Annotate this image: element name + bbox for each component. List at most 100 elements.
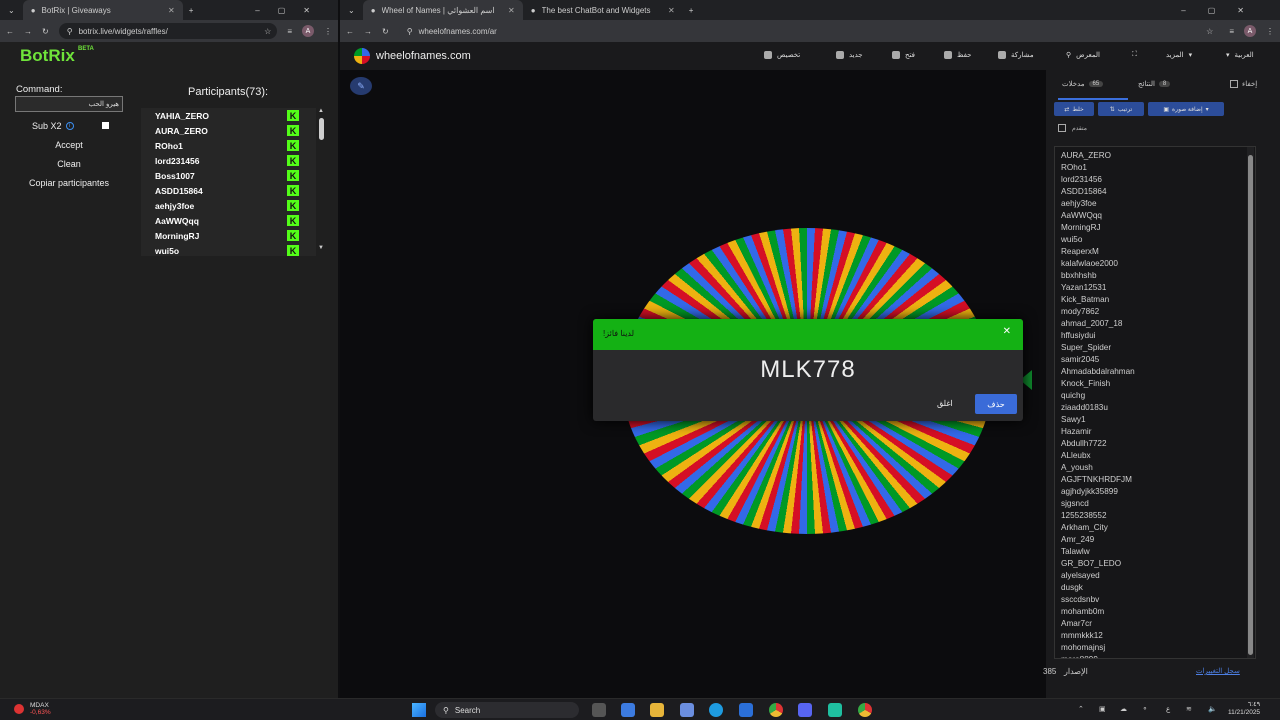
app-icon[interactable] [828,703,842,717]
close-icon[interactable]: ✕ [1003,326,1011,337]
participant-row: wui5o K [141,243,316,256]
fullscreen-button[interactable]: ⛶ [1132,51,1137,59]
remove-winner-button[interactable]: حذف [975,394,1017,414]
participant-row: AURA_ZERO K [141,123,316,138]
back-icon[interactable]: ← [346,27,354,36]
tray-app-icon[interactable]: ▣ [1099,705,1106,713]
new-tab-icon[interactable]: + [683,6,700,15]
url-field[interactable]: ⚲ botrix.live/widgets/raffles/ ☆ [58,23,278,39]
changelog-link[interactable]: سجل التغييرات [1196,667,1240,675]
extensions-icon[interactable]: ≡ [287,27,292,36]
site-logo[interactable]: wheelofnames.com [354,48,471,64]
nav-save[interactable]: حفظ [944,51,972,59]
wheel-window: ⌄ ● Wheel of Names | اسم العشوائي ✕ ● Th… [340,0,1280,698]
nav-new[interactable]: جديد [836,51,863,59]
edit-pencil-button[interactable]: ✎ [350,77,372,95]
keyboard-language-icon[interactable]: ع [1166,705,1170,713]
profile-avatar[interactable]: A [302,25,314,37]
site-info-icon[interactable]: ⚲ [407,27,413,36]
forward-icon[interactable]: → [364,27,372,36]
task-view-icon[interactable] [592,703,606,717]
nav-label: مشاركة [1011,52,1034,59]
url-field[interactable]: ⚲ wheelofnames.com/ar ☆ [398,23,1220,39]
file-icon [836,51,844,59]
scrollbar-thumb[interactable] [319,118,324,140]
nav-open[interactable]: فتح [892,51,915,59]
close-tab-icon[interactable]: ✕ [168,6,175,15]
reload-icon[interactable]: ↻ [42,27,49,36]
mic-icon[interactable]: ⚬ [1142,705,1148,713]
stock-down-icon [14,704,24,714]
taskbar-clock[interactable]: ٦:٤٩ 11/21/2025 [1228,701,1260,717]
store-icon[interactable] [680,703,694,717]
tab-botrix[interactable]: ● BotRix | Giveaways ✕ [22,0,183,20]
hide-checkbox[interactable] [1230,80,1238,88]
edge-icon[interactable] [709,703,723,717]
new-tab-icon[interactable]: + [183,6,200,15]
clean-button[interactable]: Clean [15,156,123,172]
file-explorer-icon[interactable] [650,703,664,717]
sub-x2-checkbox[interactable] [102,122,109,129]
nav-share[interactable]: مشاركة [998,51,1034,59]
bookmark-star-icon[interactable]: ☆ [264,27,277,36]
nav-language[interactable]: ▾ العربية [1226,51,1254,59]
entries-scrollbar[interactable] [1247,147,1254,658]
entries-textarea[interactable]: AURA_ZERO ROho1 lord231456 ASDD15864 aehjy3f… [1054,146,1256,659]
copilot-icon[interactable] [621,703,635,717]
advanced-checkbox[interactable] [1058,124,1066,132]
volume-icon[interactable]: 🔈 [1208,705,1217,713]
command-input[interactable] [15,96,123,112]
nav-customize[interactable]: تخصيص [764,51,800,59]
close-dialog-button[interactable]: اغلق [937,399,953,408]
tab-wheel-of-names[interactable]: ● Wheel of Names | اسم العشوائي ✕ [362,0,523,20]
cloud-icon[interactable]: ☁ [1120,705,1127,713]
sort-icon: ⇅ [1109,106,1115,113]
participant-name: ASDD15864 [155,185,203,196]
tab-list-chevron-icon[interactable]: ⌄ [0,6,23,15]
chrome-profile-icon[interactable] [858,703,872,717]
extensions-icon[interactable]: ≡ [1229,27,1234,36]
mail-icon[interactable] [739,703,753,717]
nav-label: المزيد [1166,52,1184,59]
bookmark-star-icon[interactable]: ☆ [1206,27,1219,36]
info-icon[interactable]: i [65,122,74,130]
tray-overflow-icon[interactable]: ⌃ [1078,705,1084,713]
copy-participants-button[interactable]: Copiar participantes [10,175,128,191]
advanced-toggle[interactable]: متقدم [1058,124,1087,132]
stock-widget[interactable]: MDAX -0,63% [14,702,51,716]
profile-avatar[interactable]: A [1244,25,1256,37]
tab-list-chevron-icon[interactable]: ⌄ [340,6,363,15]
wifi-icon[interactable]: ≋ [1186,705,1192,713]
window-controls[interactable]: –▢✕ [255,6,338,15]
entry-line: GR_BO7_LEDO [1061,559,1122,568]
shuffle-button[interactable]: ⇄ خلط [1054,102,1094,116]
tab-chatbot[interactable]: ● The best ChatBot and Widgets ✕ [523,0,683,20]
window-controls[interactable]: –▢✕ [1181,6,1280,15]
scroll-down-icon[interactable]: ▼ [318,245,324,251]
menu-kebab-icon[interactable]: ⋮ [1266,27,1274,36]
add-image-button[interactable]: ▣ إضافة صورة ▾ [1148,102,1224,116]
nav-gallery[interactable]: ⚲ المعرض [1066,51,1100,59]
scroll-up-icon[interactable]: ▲ [318,108,324,114]
forward-icon[interactable]: → [24,27,32,36]
sort-button[interactable]: ⇅ ترتيب [1098,102,1144,116]
accept-button[interactable]: Accept [15,137,123,153]
scrollbar-thumb[interactable] [1248,155,1253,655]
site-info-icon[interactable]: ⚲ [67,27,73,36]
nav-more[interactable]: المزيد ▾ [1166,51,1192,59]
beta-badge: BETA [78,46,94,52]
menu-kebab-icon[interactable]: ⋮ [324,27,332,36]
taskbar-search[interactable]: ⚲ Search [435,702,579,718]
back-icon[interactable]: ← [6,27,14,36]
sub-x2-toggle[interactable]: Sub X2 i [15,118,123,134]
chrome-icon[interactable] [769,703,783,717]
tab-results[interactable]: النتائج 8 [1138,80,1171,88]
close-tab-icon[interactable]: ✕ [508,6,515,15]
discord-icon[interactable] [798,703,812,717]
close-tab-icon[interactable]: ✕ [668,6,675,15]
windows-start-icon[interactable] [412,703,426,717]
reload-icon[interactable]: ↻ [382,27,389,36]
hide-toggle[interactable]: إخفاء [1230,80,1257,88]
tab-entries[interactable]: مدخلات 65 [1062,80,1104,88]
participants-scrollbar[interactable]: ▲ ▼ [318,108,326,254]
